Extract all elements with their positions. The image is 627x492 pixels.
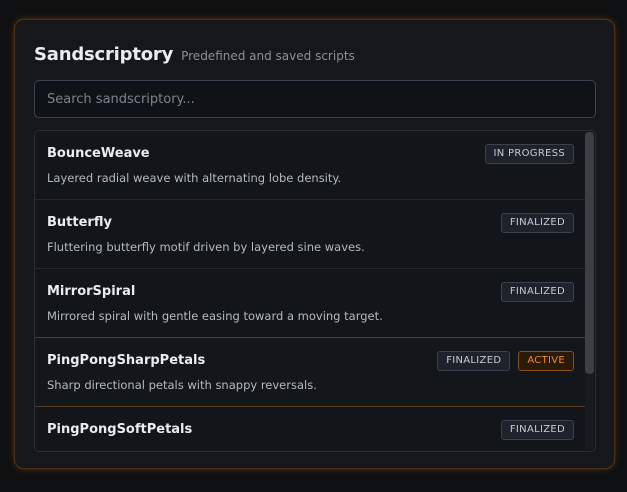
panel-title: Sandscriptory (34, 44, 174, 65)
status-badge: IN PROGRESS (484, 144, 574, 164)
script-item-bounceweave[interactable]: BounceWeave IN PROGRESS Layered radial w… (35, 131, 586, 200)
script-description: Mirrored spiral with gentle easing towar… (47, 309, 383, 323)
search-input[interactable] (34, 80, 596, 118)
status-badge: FINALIZED (437, 351, 511, 371)
status-badge: FINALIZED (500, 282, 574, 302)
sandscriptory-panel: Sandscriptory Predefined and saved scrip… (14, 19, 615, 469)
script-name: BounceWeave (47, 146, 150, 161)
script-description: Layered radial weave with alternating lo… (47, 171, 342, 185)
status-badge: FINALIZED (500, 213, 574, 233)
script-description: Fluttering butterfly motif driven by lay… (47, 240, 365, 254)
script-name: Butterfly (47, 215, 112, 230)
scrollbar-thumb[interactable] (585, 132, 594, 374)
script-list[interactable]: BounceWeave IN PROGRESS Layered radial w… (34, 130, 596, 452)
active-badge: ACTIVE (518, 351, 574, 371)
badge-group: FINALIZED (500, 420, 574, 440)
script-item-mirrorspiral[interactable]: MirrorSpiral FINALIZED Mirrored spiral w… (35, 269, 586, 338)
badge-group: IN PROGRESS (484, 144, 574, 164)
badge-group: FINALIZED (500, 282, 574, 302)
script-name: PingPongSoftPetals (47, 422, 193, 437)
script-item-pingpongsharppetals[interactable]: PingPongSharpPetals FINALIZED ACTIVE Sha… (35, 337, 586, 407)
panel-header: Sandscriptory Predefined and saved scrip… (34, 44, 355, 65)
panel-subtitle: Predefined and saved scripts (181, 49, 355, 63)
script-item-pingpongsoftpetals[interactable]: PingPongSoftPetals FINALIZED (35, 407, 586, 451)
script-description: Sharp directional petals with snappy rev… (47, 378, 317, 392)
status-badge: FINALIZED (500, 420, 574, 440)
badge-group: FINALIZED ACTIVE (437, 351, 574, 371)
script-name: PingPongSharpPetals (47, 353, 206, 368)
badge-group: FINALIZED (500, 213, 574, 233)
script-item-butterfly[interactable]: Butterfly FINALIZED Fluttering butterfly… (35, 200, 586, 269)
list-scrollbar[interactable] (585, 132, 594, 450)
script-name: MirrorSpiral (47, 284, 136, 299)
script-rows: BounceWeave IN PROGRESS Layered radial w… (35, 131, 586, 451)
